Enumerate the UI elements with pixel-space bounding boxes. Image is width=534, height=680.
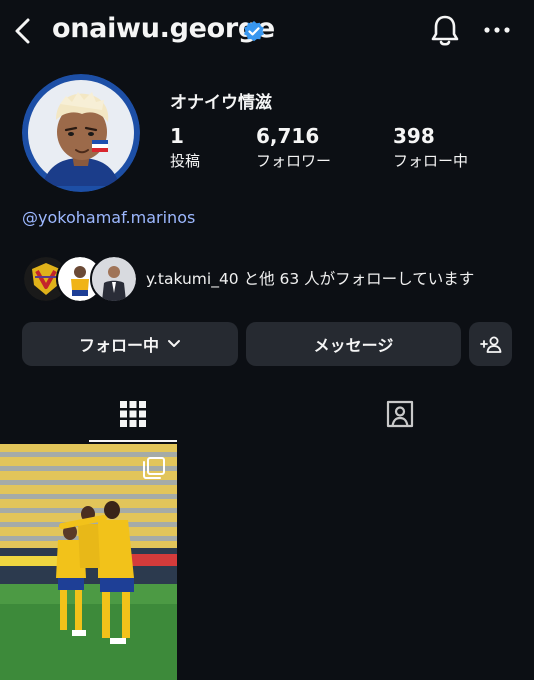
multiple-posts-icon <box>143 457 165 479</box>
stat-followers[interactable]: 6,716 フォロワー <box>256 124 331 172</box>
stat-posts-value: 1 <box>170 124 184 148</box>
add-person-button[interactable] <box>469 322 512 366</box>
stat-followers-label: フォロワー <box>256 152 332 170</box>
mutual-followers-avatars[interactable] <box>22 255 138 303</box>
add-person-icon <box>479 336 501 353</box>
profile-full-name: オナイウ情滋 <box>170 93 272 113</box>
stat-following-value: 398 <box>393 124 435 148</box>
stat-posts[interactable]: 1 投稿 <box>170 124 200 172</box>
tagged-icon <box>386 400 414 428</box>
more-horizontal-icon[interactable] <box>482 20 512 40</box>
tab-posts-grid[interactable] <box>89 386 177 442</box>
message-button-label: メッセージ <box>313 336 394 355</box>
verified-badge-icon <box>244 21 264 42</box>
tab-tagged[interactable] <box>356 386 444 442</box>
mutual-avatar <box>90 255 138 303</box>
followed-by-text[interactable]: y.takumi_40 と他 63 人がフォローしています <box>146 267 474 289</box>
chevron-down-icon <box>168 340 180 347</box>
profile-avatar[interactable] <box>22 74 140 192</box>
following-button[interactable]: フォロー中 <box>22 322 238 366</box>
profile-link[interactable]: @yokohamaf.marinos <box>22 208 195 227</box>
stat-following-label: フォロー中 <box>393 152 469 170</box>
grid-icon <box>120 401 146 427</box>
following-button-label: フォロー中 <box>78 336 159 355</box>
stat-followers-value: 6,716 <box>256 124 320 148</box>
stat-following[interactable]: 398 フォロー中 <box>393 124 468 172</box>
message-button[interactable]: メッセージ <box>246 322 461 366</box>
bell-icon[interactable] <box>428 13 462 49</box>
active-tab-indicator <box>89 440 177 442</box>
stat-posts-label: 投稿 <box>170 152 201 170</box>
chevron-left-icon[interactable] <box>8 14 38 48</box>
top-bar: onaiwu.george <box>0 0 534 64</box>
